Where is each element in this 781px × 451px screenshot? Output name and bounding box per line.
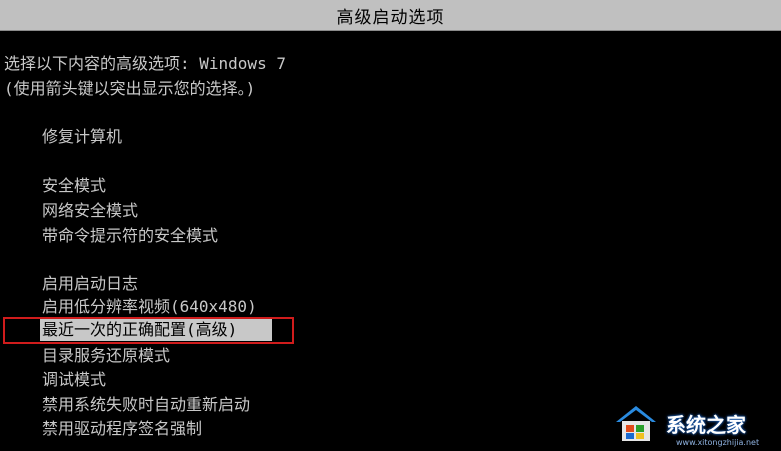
title-bar: 高级启动选项 <box>0 0 781 31</box>
prompt-line-os: 选择以下内容的高级选项: Windows 7 <box>4 54 286 73</box>
house-logo-icon <box>612 402 660 444</box>
option-directory-services-restore[interactable]: 目录服务还原模式 <box>42 346 170 366</box>
option-safe-mode-command-prompt[interactable]: 带命令提示符的安全模式 <box>42 226 218 246</box>
option-disable-driver-signature[interactable]: 禁用驱动程序签名强制 <box>42 419 202 439</box>
prompt-line-hint: (使用箭头键以突出显示您的选择。) <box>4 79 256 98</box>
watermark-url: www.xitongzhijia.net <box>676 438 760 447</box>
option-safe-mode-networking[interactable]: 网络安全模式 <box>42 201 138 221</box>
boot-screen: 高级启动选项 选择以下内容的高级选项: Windows 7 (使用箭头键以突出显… <box>0 0 781 451</box>
option-repair-computer[interactable]: 修复计算机 <box>42 127 122 147</box>
option-debugging-mode[interactable]: 调试模式 <box>42 370 106 390</box>
option-boot-logging[interactable]: 启用启动日志 <box>42 274 138 294</box>
option-safe-mode[interactable]: 安全模式 <box>42 176 106 196</box>
red-annotation-box <box>3 317 294 344</box>
option-disable-auto-restart[interactable]: 禁用系统失败时自动重新启动 <box>42 395 250 415</box>
watermark-text: 系统之家 <box>666 412 746 437</box>
screen-title: 高级启动选项 <box>336 7 445 28</box>
option-low-resolution-video[interactable]: 启用低分辨率视频(640x480) <box>42 297 257 317</box>
